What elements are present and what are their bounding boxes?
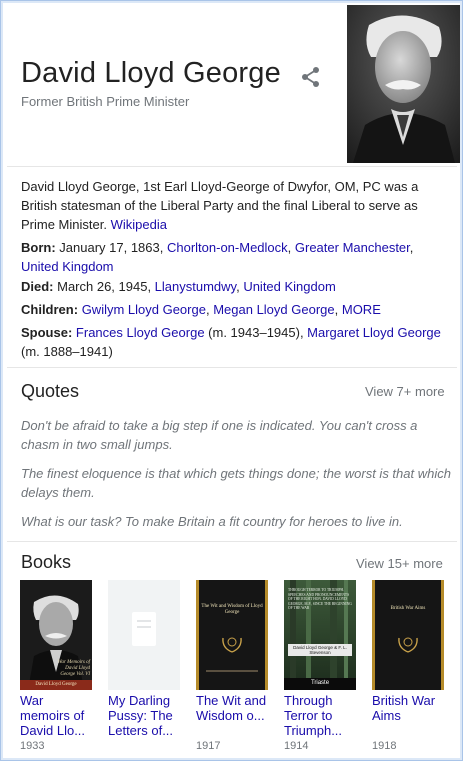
book-title[interactable]: My Darling Pussy: The Letters of... — [108, 693, 180, 738]
spouse-label: Spouse: — [21, 325, 73, 340]
book-cover-image[interactable]: British War Aims — [372, 580, 444, 690]
died-value: March 26, 1945, — [53, 279, 155, 294]
died-place-link[interactable]: Llanystumdwy — [155, 279, 236, 294]
quote-item[interactable]: Don't be afraid to take a big step if on… — [21, 416, 451, 454]
subtitle: Former British Prime Minister — [21, 94, 190, 109]
fact-born: Born: January 17, 1863, Chorlton-on-Medl… — [21, 238, 449, 276]
fact-children: Children: Gwilym Lloyd George, Megan Llo… — [21, 300, 449, 319]
quotes-view-more-link[interactable]: View 7+ more — [365, 384, 445, 399]
book-cover-image[interactable]: THROUGH TERROR TO TRIUMPH. SPEECHES AND … — [284, 580, 356, 690]
share-icon[interactable] — [299, 65, 323, 89]
book-cover-placeholder[interactable] — [108, 580, 180, 690]
book-title[interactable]: The Wit and Wisdom o... — [196, 693, 268, 738]
cover-band: David Lloyd George — [20, 680, 92, 690]
spouse-dates: (m. 1888–1941) — [21, 344, 113, 359]
portrait-image[interactable] — [347, 5, 460, 163]
separator: , — [287, 240, 295, 255]
laurel-icon — [222, 637, 242, 653]
born-value: January 17, 1863, — [55, 240, 167, 255]
cover-author-text: David Lloyd George & F. L. Stevenson — [293, 645, 347, 655]
quote-item[interactable]: The finest eloquence is that which gets … — [21, 464, 451, 502]
cover-publisher-text: Triaste — [310, 680, 330, 686]
book-card[interactable]: The Wit and Wisdom of Lloyd George The W… — [196, 580, 268, 752]
cover-title-text: The Wit and Wisdom of Lloyd George — [201, 604, 263, 615]
died-country-link[interactable]: United Kingdom — [243, 279, 336, 294]
spouse-dates: (m. 1943–1945), — [204, 325, 308, 340]
quotes-heading: Quotes — [21, 381, 80, 401]
child-link-gwilym[interactable]: Gwilym Lloyd George — [82, 302, 206, 317]
knowledge-panel: David Lloyd George Former British Prime … — [0, 0, 463, 761]
book-cover-image[interactable]: War Memoirs of David Lloyd George Vol. V… — [20, 580, 92, 690]
child-link-megan[interactable]: Megan Lloyd George — [213, 302, 334, 317]
book-placeholder-icon — [132, 612, 156, 646]
cover-title-text: War Memoirs of David Lloyd George Vol. V… — [57, 660, 90, 677]
book-year: 1917 — [196, 740, 221, 752]
children-more-link[interactable]: MORE — [342, 302, 381, 317]
fact-died: Died: March 26, 1945, Llanystumdwy, Unit… — [21, 277, 449, 296]
died-label: Died: — [21, 279, 54, 294]
divider — [7, 166, 457, 167]
book-year: 1918 — [372, 740, 397, 752]
book-title[interactable]: War memoirs of David Llo... — [20, 693, 92, 738]
book-card[interactable]: THROUGH TERROR TO TRIUMPH. SPEECHES AND … — [284, 580, 356, 752]
laurel-icon — [398, 637, 418, 653]
description: David Lloyd George, 1st Earl Lloyd-Georg… — [21, 177, 449, 234]
book-title[interactable]: Through Terror to Triumph... — [284, 693, 356, 738]
separator: , — [409, 240, 414, 255]
cover-title-text: THROUGH TERROR TO TRIUMPH. SPEECHES AND … — [288, 588, 352, 610]
born-place-link[interactable]: Chorlton-on-Medlock — [167, 240, 288, 255]
book-card[interactable]: War Memoirs of David Lloyd George Vol. V… — [20, 580, 92, 752]
quote-item[interactable]: What is our task? To make Britain a fit … — [21, 512, 451, 531]
fact-spouse: Spouse: Frances Lloyd George (m. 1943–19… — [21, 323, 449, 361]
separator: , — [334, 302, 342, 317]
books-carousel: War Memoirs of David Lloyd George Vol. V… — [20, 580, 450, 752]
wikipedia-link[interactable]: Wikipedia — [111, 217, 167, 232]
divider — [7, 367, 457, 368]
born-county-link[interactable]: Greater Manchester — [295, 240, 410, 255]
spouse-link-frances[interactable]: Frances Lloyd George — [76, 325, 205, 340]
divider — [7, 541, 457, 542]
book-year: 1914 — [284, 740, 309, 752]
description-text: David Lloyd George, 1st Earl Lloyd-Georg… — [21, 179, 419, 232]
children-label: Children: — [21, 302, 79, 317]
cover-title-text: British War Aims — [390, 606, 426, 611]
book-card[interactable]: British War Aims British War Aims 1918 — [372, 580, 444, 752]
born-country-link[interactable]: United Kingdom — [21, 259, 114, 274]
cover-author-text: David Lloyd George — [35, 682, 77, 687]
books-heading: Books — [21, 552, 72, 572]
book-cover-image[interactable]: The Wit and Wisdom of Lloyd George — [196, 580, 268, 690]
books-view-more-link[interactable]: View 15+ more — [356, 556, 443, 571]
panel-header: David Lloyd George Former British Prime … — [1, 1, 462, 166]
book-card[interactable]: My Darling Pussy: The Letters of... — [108, 580, 180, 740]
book-title[interactable]: British War Aims — [372, 693, 444, 738]
born-label: Born: — [21, 240, 56, 255]
book-year: 1933 — [20, 740, 45, 752]
spouse-link-margaret[interactable]: Margaret Lloyd George — [307, 325, 441, 340]
page-title: David Lloyd George — [21, 57, 281, 89]
